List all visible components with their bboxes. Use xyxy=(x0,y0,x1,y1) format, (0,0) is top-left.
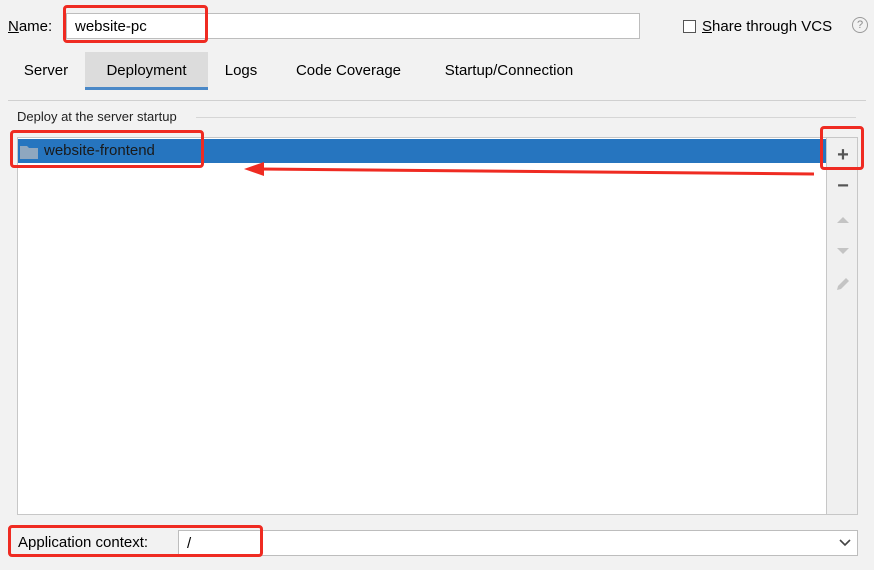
tab-deployment[interactable]: Deployment xyxy=(85,52,208,90)
annotation-box-context xyxy=(8,525,263,557)
share-vcs-label: Share through VCS xyxy=(702,18,833,35)
share-vcs-checkbox[interactable] xyxy=(683,20,696,33)
tab-code-coverage[interactable]: Code Coverage xyxy=(276,52,421,90)
tab-logs[interactable]: Logs xyxy=(210,52,272,90)
annotation-box-item xyxy=(10,130,204,168)
chevron-down-icon[interactable] xyxy=(838,536,852,550)
help-icon[interactable]: ? xyxy=(852,17,868,33)
annotation-arrow xyxy=(244,162,815,176)
move-up-icon[interactable] xyxy=(835,214,851,224)
annotation-box-add xyxy=(820,126,864,170)
minus-icon[interactable]: − xyxy=(833,176,853,196)
annotation-box-name xyxy=(63,5,208,43)
edit-icon[interactable] xyxy=(835,276,851,292)
move-down-icon[interactable] xyxy=(835,246,851,256)
share-through-vcs[interactable]: Share through VCS xyxy=(683,18,832,35)
deploy-group-title: Deploy at the server startup xyxy=(17,109,177,124)
application-context-combobox[interactable]: / xyxy=(178,530,858,556)
tab-server[interactable]: Server xyxy=(8,52,84,90)
name-label: Name: xyxy=(8,18,53,35)
tab-startup-connection[interactable]: Startup/Connection xyxy=(425,52,593,90)
deploy-list[interactable] xyxy=(17,137,827,515)
group-divider xyxy=(196,117,856,118)
